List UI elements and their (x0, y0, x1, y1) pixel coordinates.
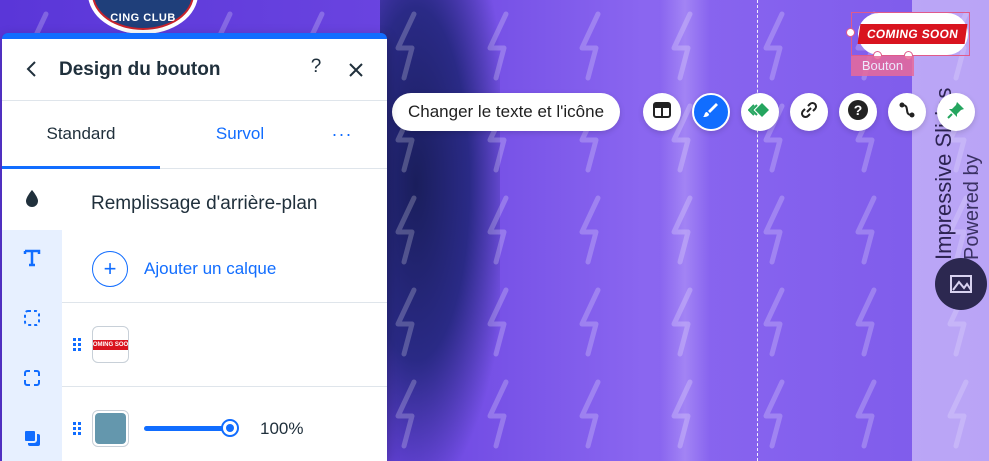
resize-handle-left[interactable] (846, 28, 855, 37)
link-icon (799, 100, 819, 125)
tab-more-options[interactable]: ··· (320, 101, 364, 169)
back-button[interactable] (20, 57, 44, 81)
drag-handle-icon[interactable] (73, 422, 83, 436)
close-icon (344, 63, 368, 86)
change-text-icon-button[interactable]: Changer le texte et l'icône (392, 93, 621, 131)
connect-button[interactable] (888, 93, 926, 131)
design-category-rail (2, 170, 62, 461)
pin-icon (946, 100, 966, 125)
tab-standard[interactable]: Standard (2, 101, 160, 169)
panel-help-button[interactable]: ? (304, 56, 328, 80)
layout-icon (652, 100, 672, 125)
color-swatch-fill (95, 413, 126, 444)
opacity-slider-handle[interactable] (221, 419, 239, 437)
rail-item-border[interactable] (2, 290, 62, 350)
slider-powered-by: Powered by (961, 154, 983, 260)
opacity-value: 100% (260, 419, 304, 438)
alignment-guide (757, 0, 758, 461)
border-icon (22, 308, 42, 333)
image-layer-thumbnail[interactable]: COMING SOON (92, 326, 129, 363)
design-button[interactable] (692, 93, 730, 131)
help-icon: ? (847, 99, 869, 126)
panel-title: Design du bouton (59, 59, 221, 80)
plus-icon: + (92, 251, 128, 287)
section-title: Remplissage d'arrière-plan (91, 193, 318, 214)
corners-icon (22, 368, 42, 393)
text-icon (22, 248, 42, 273)
shadow-icon (22, 428, 42, 453)
add-layer-label: Ajouter un calque (144, 259, 277, 278)
add-layer-button[interactable]: + Ajouter un calque (92, 251, 276, 287)
link-button[interactable] (790, 93, 828, 131)
layout-button[interactable] (643, 93, 681, 131)
rail-item-shadow[interactable] (2, 410, 62, 461)
club-badge-text: CING CLUB (110, 12, 176, 24)
drag-handle-icon[interactable] (73, 338, 83, 352)
tab-hover[interactable]: Survol (160, 101, 320, 169)
opacity-slider-track[interactable] (144, 426, 230, 431)
pin-button[interactable] (937, 93, 975, 131)
chevron-left-icon (20, 61, 44, 85)
button-design-panel: Design du bouton ? Standard Survol ··· R… (2, 33, 387, 461)
selection-frame[interactable] (851, 12, 970, 56)
state-tabs: Standard Survol ··· (2, 101, 387, 169)
close-button[interactable] (344, 58, 368, 82)
svg-text:?: ? (854, 102, 863, 118)
connect-icon (897, 100, 917, 125)
rail-item-text[interactable] (2, 230, 62, 290)
animation-icon (747, 100, 772, 125)
color-layer-swatch[interactable] (92, 410, 129, 447)
divider (62, 386, 387, 387)
fill-drop-icon (24, 189, 40, 212)
divider (62, 302, 387, 303)
design-brush-icon (701, 100, 721, 125)
image-layer-thumb-text: COMING SOON (93, 339, 128, 350)
slider-vertical-text: Impressive Slides Powered by (930, 30, 989, 260)
animation-button[interactable] (741, 93, 779, 131)
rail-item-fill[interactable] (2, 170, 62, 230)
panel-header: Design du bouton ? (2, 39, 387, 101)
element-type-label: Bouton (851, 56, 914, 76)
slider-logo-icon (935, 258, 987, 310)
help-button[interactable]: ? (839, 93, 877, 131)
club-badge-logo: CING CLUB (88, 0, 198, 34)
rail-item-corners[interactable] (2, 350, 62, 410)
